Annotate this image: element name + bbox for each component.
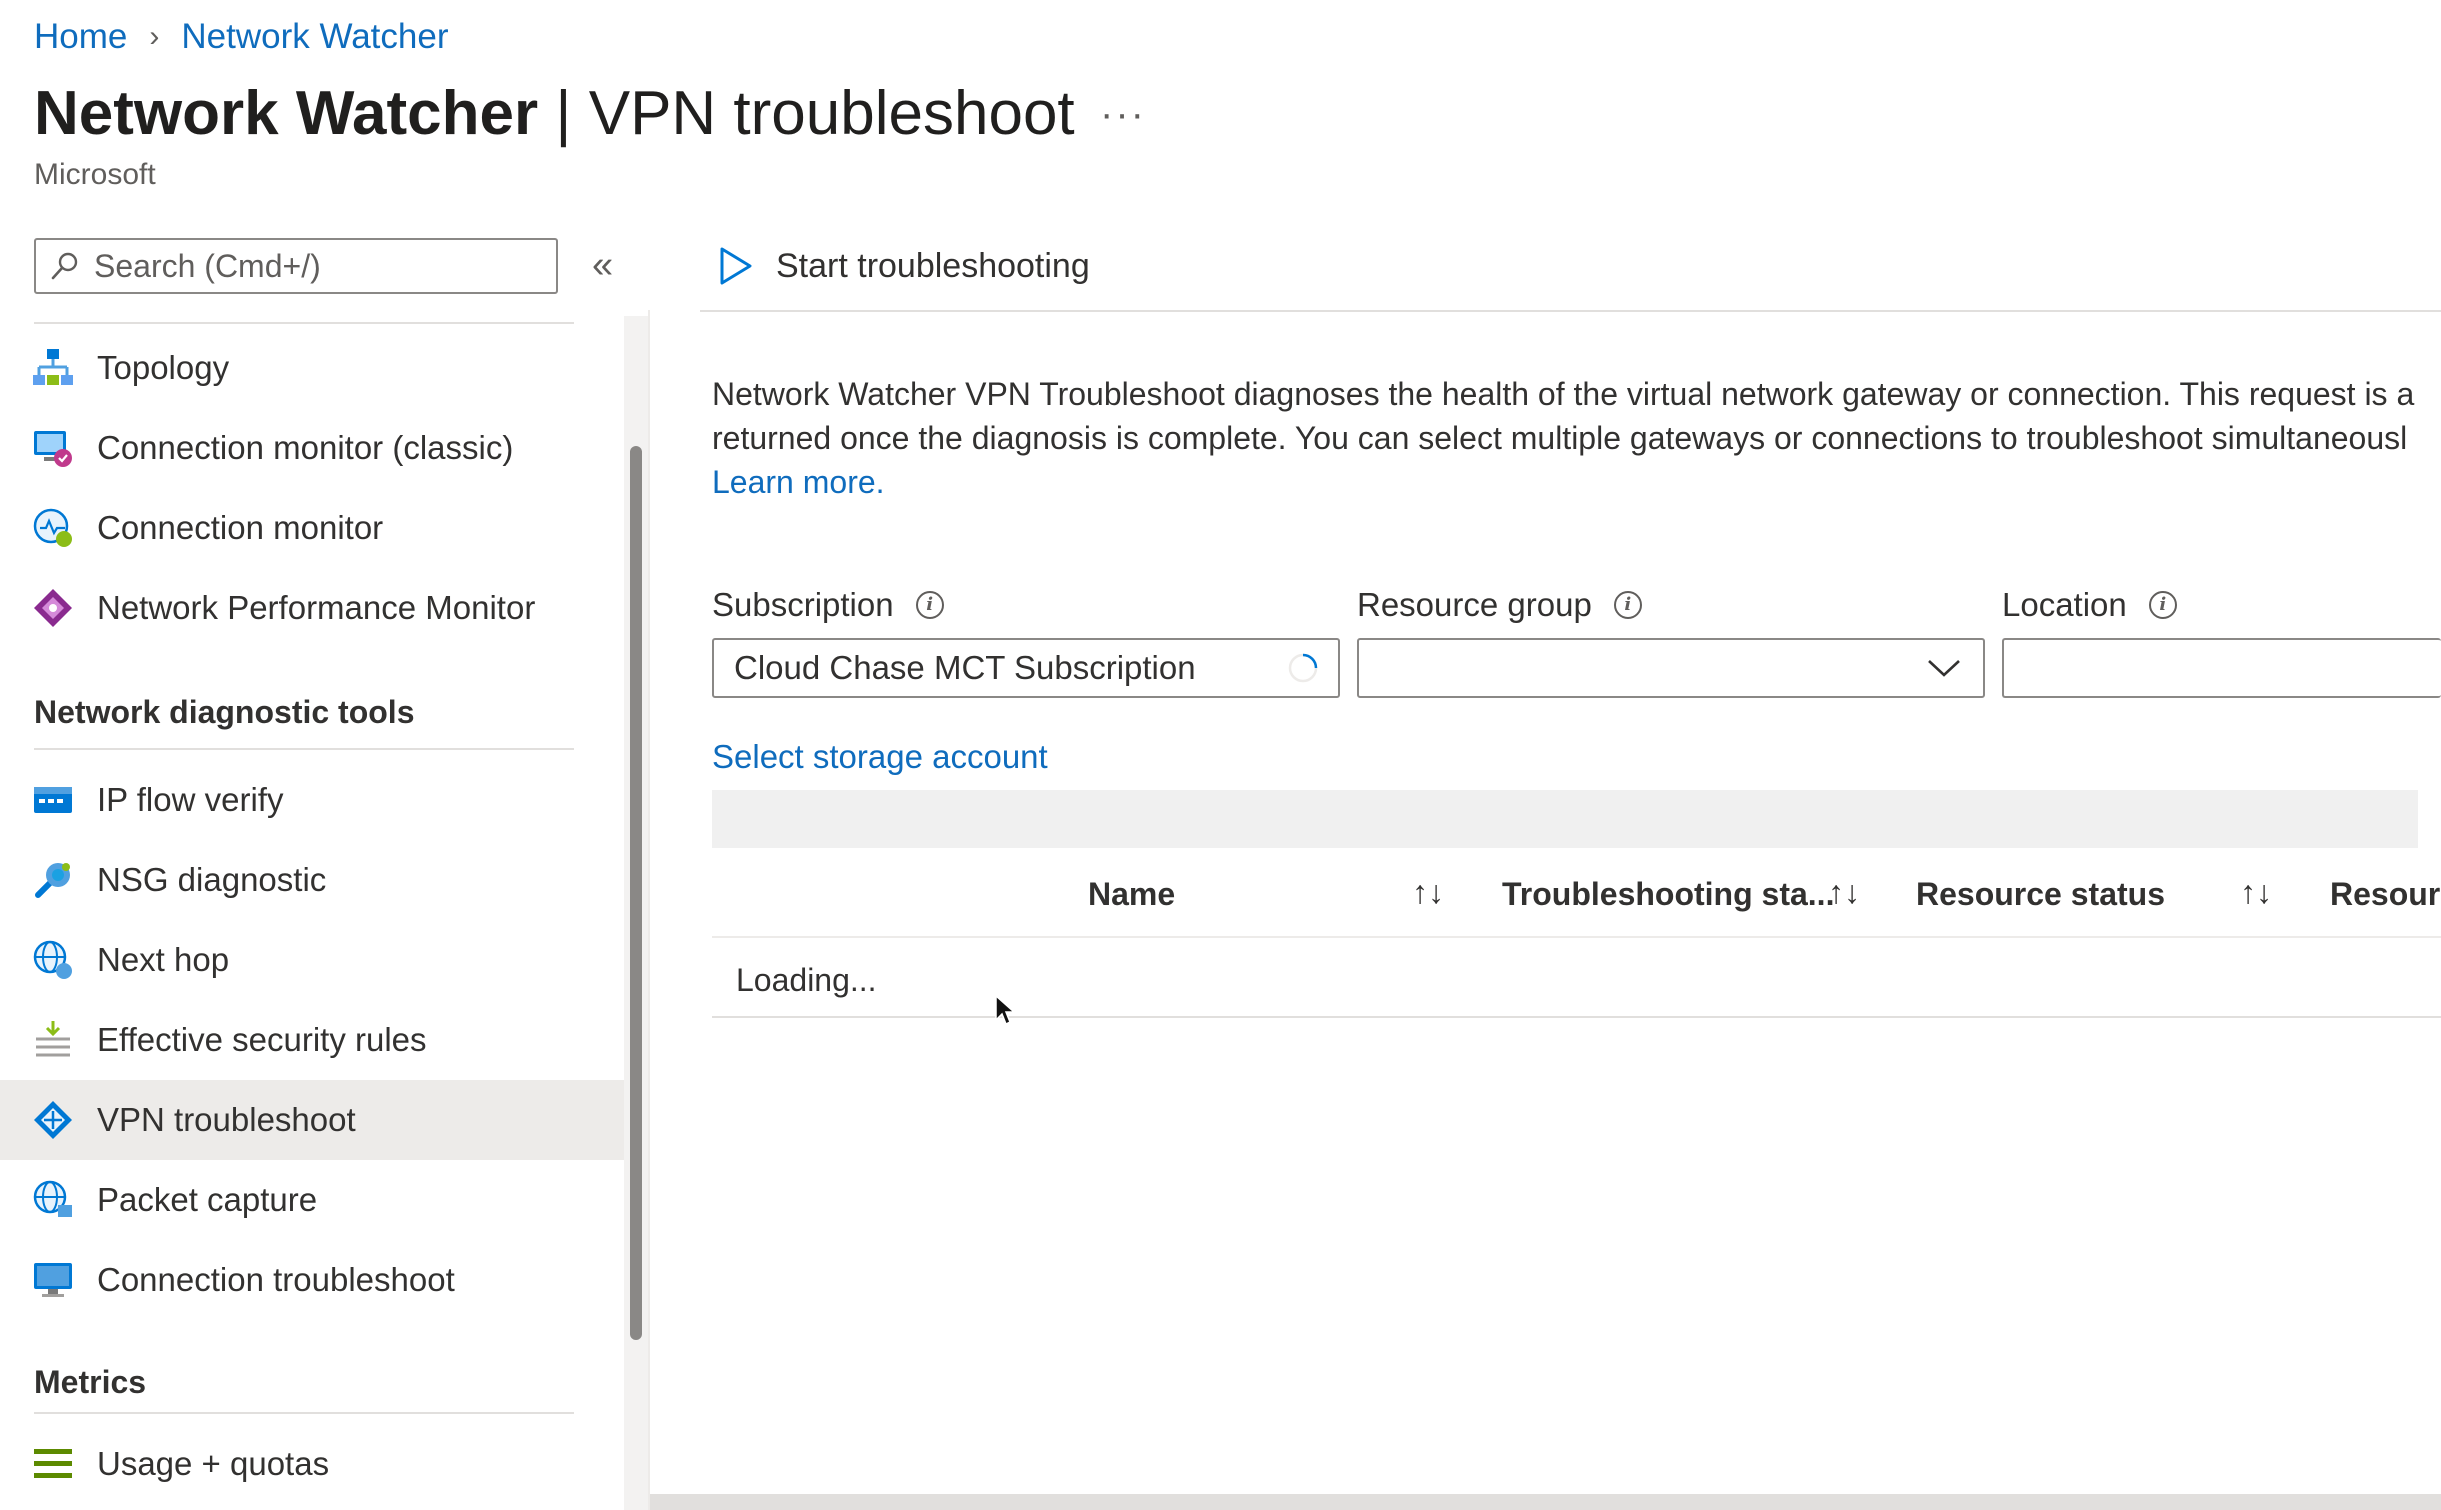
page-title-bold: Network Watcher: [34, 79, 539, 148]
resource-group-info-icon[interactable]: i: [1613, 591, 1642, 619]
collapse-sidebar-button[interactable]: «: [592, 244, 613, 287]
sidebar-item-label: Connection monitor: [97, 509, 384, 546]
content-divider: [648, 310, 650, 1510]
play-icon: [720, 247, 752, 285]
loading-spinner-icon: [1288, 653, 1318, 683]
description-line-2: returned once the diagnosis is complete.…: [712, 420, 2408, 456]
learn-more-link[interactable]: Learn more.: [712, 464, 885, 500]
sort-name-icon[interactable]: ↑↓: [1412, 874, 1444, 911]
search-icon: [51, 252, 78, 280]
sidebar-item-label: Next hop: [97, 941, 230, 978]
location-info-icon[interactable]: i: [2148, 591, 2177, 619]
description-line-1: Network Watcher VPN Troubleshoot diagnos…: [712, 376, 2415, 412]
sidebar-item-effective-security-rules[interactable]: Effective security rules: [0, 1000, 624, 1080]
select-storage-account-link[interactable]: Select storage account: [712, 738, 1048, 776]
section-divider: [34, 1412, 574, 1414]
sidebar-item-label: VPN troubleshoot: [97, 1101, 356, 1138]
topology-icon: [33, 349, 73, 385]
sidebar-item-label: Connection monitor (classic): [97, 429, 514, 466]
table-row-divider: [712, 1016, 2441, 1018]
subscription-value: Cloud Chase MCT Subscription: [734, 649, 1196, 686]
loading-progress-bar: [712, 790, 2418, 848]
resource-group-label-text: Resource group: [1357, 586, 1592, 623]
column-header-resource-status[interactable]: Resource status: [1916, 876, 2165, 913]
sidebar-item-label: Packet capture: [97, 1181, 318, 1218]
sidebar-item-network-performance-monitor[interactable]: Network Performance Monitor: [0, 568, 624, 648]
breadcrumb-separator: ›: [149, 20, 160, 53]
mouse-cursor-icon: [995, 994, 1016, 1026]
page-subtitle: Microsoft: [34, 158, 156, 191]
location-label: Location i: [2002, 586, 2177, 624]
column-header-resource[interactable]: Resourc: [2330, 876, 2441, 913]
breadcrumb-home-link[interactable]: Home: [34, 17, 127, 57]
section-heading-metrics: Metrics: [34, 1364, 147, 1400]
sidebar-item-topology[interactable]: Topology: [0, 328, 624, 408]
section-heading-network-diagnostic-tools: Network diagnostic tools: [34, 694, 415, 730]
sidebar-item-label: Connection troubleshoot: [97, 1261, 455, 1298]
subscription-info-icon[interactable]: i: [915, 591, 944, 619]
sidebar-item-connection-troubleshoot[interactable]: Connection troubleshoot: [0, 1240, 624, 1320]
effective-security-rules-icon: [36, 1021, 70, 1057]
location-label-text: Location: [2002, 586, 2127, 623]
sidebar-item-packet-capture[interactable]: Packet capture: [0, 1160, 624, 1240]
page-title-rest: | VPN troubleshoot: [538, 79, 1075, 148]
packet-capture-icon: [33, 1180, 72, 1217]
sidebar-item-label: Network Performance Monitor: [97, 589, 536, 626]
connection-monitor-icon: [33, 508, 72, 547]
column-header-troubleshooting-status[interactable]: Troubleshooting sta...: [1502, 876, 1834, 913]
search-box[interactable]: [34, 238, 558, 294]
sidebar-item-nsg-diagnostic[interactable]: NSG diagnostic: [0, 840, 624, 920]
sidebar-item-connection-monitor-classic[interactable]: Connection monitor (classic): [0, 408, 624, 488]
sidebar-top-divider: [34, 322, 574, 324]
page-title: Network Watcher | VPN troubleshoot: [34, 78, 1075, 149]
table-loading-text: Loading...: [736, 962, 877, 998]
sidebar-item-connection-monitor[interactable]: Connection monitor: [0, 488, 624, 568]
resource-group-label: Resource group i: [1357, 586, 1642, 624]
ip-flow-verify-icon: [34, 787, 72, 813]
subscription-label-text: Subscription: [712, 586, 894, 623]
subscription-dropdown[interactable]: Cloud Chase MCT Subscription: [712, 638, 1340, 698]
sidebar-item-ip-flow-verify[interactable]: IP flow verify: [0, 760, 624, 840]
connection-troubleshoot-icon: [34, 1263, 72, 1297]
description: Network Watcher VPN Troubleshoot diagnos…: [712, 372, 2441, 504]
section-divider: [34, 748, 574, 750]
more-options-button[interactable]: ···: [1100, 92, 1146, 137]
toolbar-divider: [700, 310, 2441, 312]
sort-resource-status-icon[interactable]: ↑↓: [2240, 874, 2272, 911]
vpn-troubleshoot-icon: [34, 1101, 72, 1139]
network-performance-monitor-icon: [34, 589, 72, 627]
horizontal-scrollbar[interactable]: [650, 1494, 2441, 1510]
search-input[interactable]: [92, 246, 536, 286]
column-header-name[interactable]: Name: [1088, 876, 1175, 913]
breadcrumb: Home › Network Watcher: [34, 14, 448, 60]
sidebar: Topology Connection monitor (classic) Co…: [0, 322, 624, 1510]
sidebar-item-vpn-troubleshoot[interactable]: VPN troubleshoot: [0, 1080, 624, 1160]
nsg-diagnostic-icon: [35, 863, 70, 898]
start-troubleshooting-label: Start troubleshooting: [776, 246, 1090, 285]
sidebar-item-label: Usage + quotas: [97, 1445, 330, 1482]
next-hop-icon: [33, 940, 72, 979]
location-dropdown[interactable]: [2002, 638, 2441, 698]
resource-group-dropdown[interactable]: [1357, 638, 1985, 698]
usage-quotas-icon: [34, 1449, 72, 1478]
connection-monitor-classic-icon: [34, 431, 72, 467]
breadcrumb-network-watcher-link[interactable]: Network Watcher: [181, 17, 448, 57]
subscription-label: Subscription i: [712, 586, 944, 624]
sidebar-item-label: IP flow verify: [97, 781, 284, 818]
sort-troubleshooting-status-icon[interactable]: ↑↓: [1828, 874, 1860, 911]
sidebar-item-label: Effective security rules: [97, 1021, 427, 1058]
sidebar-item-label: Topology: [97, 349, 230, 386]
sidebar-item-next-hop[interactable]: Next hop: [0, 920, 624, 1000]
chevron-down-icon: [1928, 660, 1960, 677]
table-header-divider: [712, 936, 2441, 938]
sidebar-item-usage-quotas[interactable]: Usage + quotas: [0, 1424, 624, 1504]
sidebar-item-label: NSG diagnostic: [97, 861, 327, 898]
sidebar-scrollbar-thumb[interactable]: [630, 446, 642, 1340]
start-troubleshooting-button[interactable]: Start troubleshooting: [718, 244, 1090, 288]
